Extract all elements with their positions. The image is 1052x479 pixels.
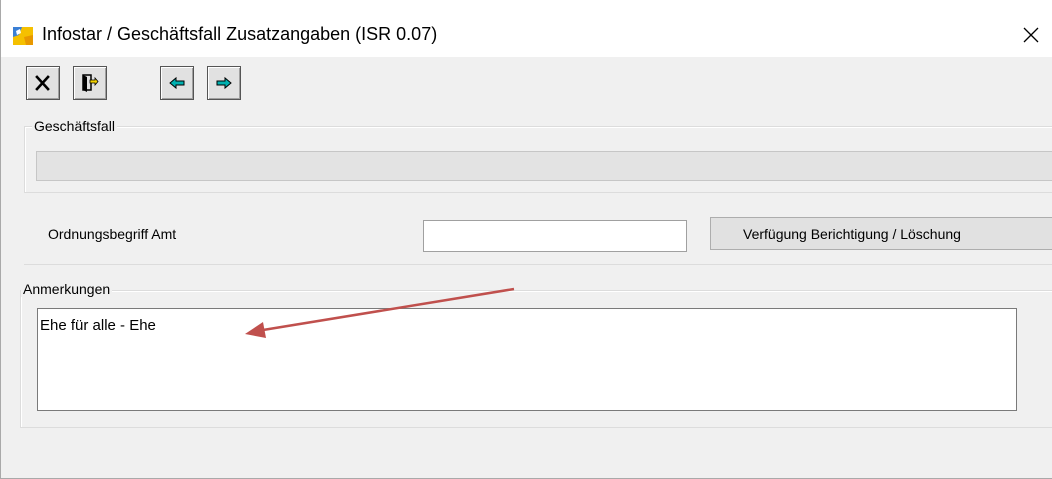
ordnungsbegriff-input[interactable] [423, 220, 687, 252]
ordnungsbegriff-label: Ordnungsbegriff Amt [48, 226, 177, 242]
window-title: Infostar / Geschäftsfall Zusatzangaben (… [42, 24, 438, 44]
arrow-right-icon [216, 76, 232, 90]
geschaeftsfall-field [36, 151, 1052, 181]
toolbar-exit-button[interactable] [73, 66, 107, 100]
anmerkungen-textarea[interactable]: Ehe für alle - Ehe [37, 308, 1017, 411]
verfuegung-berichtigung-loeschung-button[interactable]: Verfügung Berichtigung / Löschung [710, 217, 1052, 250]
toolbar-previous-button[interactable] [160, 66, 194, 100]
window-close-button[interactable] [1005, 10, 1051, 56]
door-exit-icon [82, 74, 99, 92]
toolbar-next-button[interactable] [207, 66, 241, 100]
close-icon [1023, 27, 1039, 43]
separator-line [24, 264, 1052, 265]
close-x-icon [35, 75, 50, 91]
infostar-app-icon [13, 27, 33, 45]
toolbar-cancel-button[interactable] [26, 66, 60, 100]
title-bar: Infostar / Geschäftsfall Zusatzangaben (… [1, 0, 1052, 57]
anmerkungen-group-label: Anmerkungen [21, 281, 113, 297]
arrow-left-icon [169, 76, 185, 90]
geschaeftsfall-group-label: Geschäftsfall [32, 118, 117, 134]
dialog-window: Infostar / Geschäftsfall Zusatzangaben (… [0, 0, 1052, 479]
